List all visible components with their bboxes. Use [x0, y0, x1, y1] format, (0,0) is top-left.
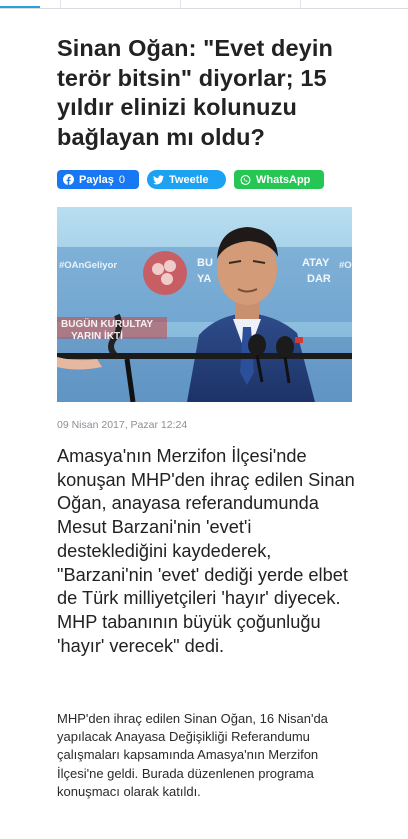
- twitter-bird-icon: [153, 174, 164, 185]
- top-nav-bar: [0, 0, 408, 9]
- facebook-share-label: Paylaş: [79, 173, 114, 186]
- whatsapp-share-label: WhatsApp: [256, 173, 311, 186]
- banner-text: DAR: [307, 273, 331, 285]
- active-tab-indicator: [0, 6, 40, 8]
- banner-text: BUGÜN KURULTAY: [61, 319, 154, 330]
- banner-hashtag: #O: [339, 260, 352, 271]
- article-title: Sinan Oğan: "Evet deyin terör bitsin" di…: [57, 35, 333, 150]
- article-date: 09 Nisan 2017, Pazar 12:24: [57, 419, 188, 431]
- banner-text: YA: [197, 273, 212, 285]
- facebook-share-count: 0: [118, 173, 125, 186]
- banner-text: ATAY: [302, 257, 330, 269]
- twitter-share-button[interactable]: Tweetle: [147, 170, 226, 189]
- banner-hashtag: #OAnGeliyor: [59, 260, 118, 271]
- article-lead: Amasya'nın Merzifon İlçesi'nde konuşan M…: [57, 446, 355, 656]
- facebook-share-button[interactable]: Paylaş 0: [57, 170, 139, 189]
- facebook-icon: [63, 174, 74, 185]
- nav-divider: [60, 0, 61, 8]
- share-bar: Paylaş 0 Tweetle WhatsApp: [57, 170, 324, 189]
- nav-divider: [180, 0, 181, 8]
- twitter-share-label: Tweetle: [169, 173, 209, 186]
- article-photo: #OAnGeliyor BU ATAY YA DAR BUGÜN KURULTA…: [57, 207, 352, 402]
- whatsapp-icon: [240, 174, 251, 185]
- nav-divider: [300, 0, 301, 8]
- article-body: MHP'den ihraç edilen Sinan Oğan, 16 Nisa…: [57, 711, 328, 799]
- banner-text: YARIN İKTİ: [71, 331, 123, 342]
- whatsapp-share-button[interactable]: WhatsApp: [234, 170, 324, 189]
- banner-text: BU: [197, 257, 213, 269]
